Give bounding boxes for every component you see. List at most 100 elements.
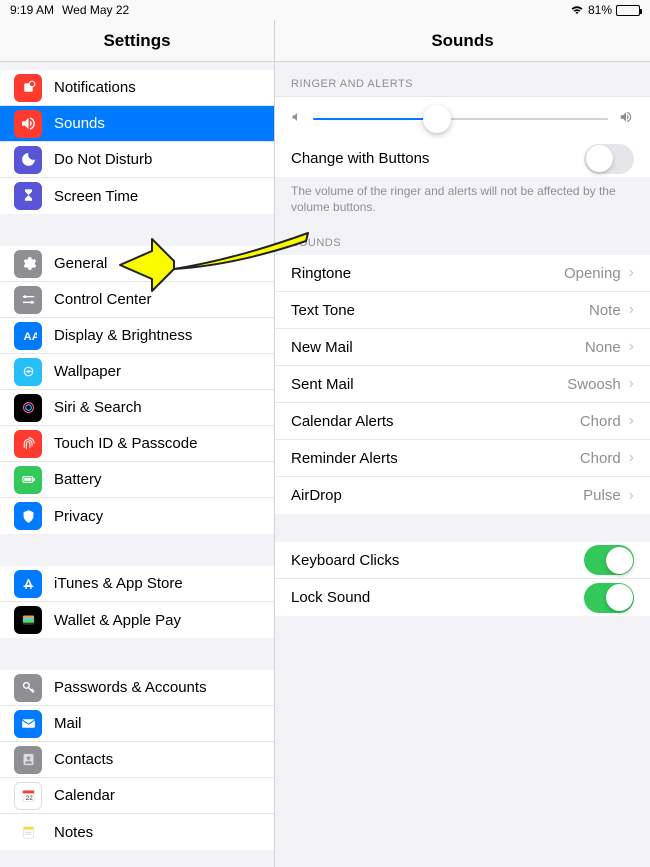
sound-value: Opening [564,265,621,282]
sidebar-item-notes[interactable]: Notes [0,814,274,850]
notifications-icon [14,74,42,102]
screen-time-icon [14,182,42,210]
sidebar-item-label: Control Center [54,291,260,308]
sidebar-item-label: Mail [54,715,260,732]
chevron-right-icon: › [629,412,634,430]
status-time: 9:19 AM [10,3,54,17]
sidebar-item-general[interactable]: General [0,246,274,282]
sidebar-item-calendar[interactable]: 22 Calendar [0,778,274,814]
lock-sound-toggle[interactable] [584,583,634,613]
sidebar-item-label: Privacy [54,508,260,525]
status-bar: 9:19 AM Wed May 22 81% [0,0,650,20]
wallpaper-icon [14,358,42,386]
toggle-label: Keyboard Clicks [291,552,584,569]
sound-row-new-mail[interactable]: New MailNone› [275,329,650,366]
notes-icon [14,818,42,846]
sidebar-item-wallet-apple-pay[interactable]: Wallet & Apple Pay [0,602,274,638]
status-date: Wed May 22 [62,3,129,17]
sound-value: Chord [580,413,621,430]
sidebar-item-do-not-disturb[interactable]: Do Not Disturb [0,142,274,178]
change-with-buttons-row: Change with Buttons [275,140,650,177]
sound-value: Pulse [583,487,621,504]
wifi-icon [570,5,584,15]
sound-value: Note [589,302,621,319]
calendar-icon: 22 [14,782,42,810]
control-center-icon [14,286,42,314]
sidebar-item-passwords-accounts[interactable]: Passwords & Accounts [0,670,274,706]
sound-label: Calendar Alerts [291,413,580,430]
sidebar-item-label: Notes [54,824,260,841]
sidebar-item-control-center[interactable]: Control Center [0,282,274,318]
volume-slider[interactable] [313,118,608,120]
sidebar-item-wallpaper[interactable]: Wallpaper [0,354,274,390]
sidebar-item-label: General [54,255,260,272]
sound-label: Ringtone [291,265,564,282]
chevron-right-icon: › [629,301,634,319]
svg-text:22: 22 [25,795,33,802]
sidebar-item-label: Notifications [54,79,260,96]
sidebar-item-screen-time[interactable]: Screen Time [0,178,274,214]
wallet-apple-pay-icon [14,606,42,634]
sidebar-item-display-brightness[interactable]: AA Display & Brightness [0,318,274,354]
sound-row-airdrop[interactable]: AirDropPulse › [275,477,650,514]
general-icon [14,250,42,278]
change-buttons-label: Change with Buttons [291,150,584,167]
sound-row-ringtone[interactable]: RingtoneOpening › [275,255,650,292]
section-footer-ringer: The volume of the ringer and alerts will… [275,177,650,221]
sound-value: Chord [580,450,621,467]
do-not-disturb-icon [14,146,42,174]
sound-row-reminder-alerts[interactable]: Reminder AlertsChord › [275,440,650,477]
chevron-right-icon: › [629,338,634,356]
sound-label: Sent Mail [291,376,567,393]
change-buttons-toggle[interactable] [584,144,634,174]
volume-high-icon [618,110,634,127]
sound-value: Swoosh [567,376,620,393]
sidebar-item-itunes-app-store[interactable]: iTunes & App Store [0,566,274,602]
sound-label: Reminder Alerts [291,450,580,467]
siri-search-icon [14,394,42,422]
volume-slider-row [275,96,650,140]
sidebar-item-touch-id-passcode[interactable]: Touch ID & Passcode [0,426,274,462]
privacy-icon [14,502,42,530]
section-header-ringer: RINGER AND ALERTS [275,62,650,96]
chevron-right-icon: › [629,487,634,505]
sidebar-item-label: Passwords & Accounts [54,679,260,696]
sidebar-item-battery[interactable]: Battery [0,462,274,498]
battery-percent: 81% [588,3,612,17]
sound-label: Text Tone [291,302,589,319]
sidebar-item-label: Battery [54,471,260,488]
sidebar-item-notifications[interactable]: Notifications [0,70,274,106]
sounds-icon [14,110,42,138]
sidebar-item-label: Calendar [54,787,260,804]
display-brightness-icon: AA [14,322,42,350]
sidebar-item-privacy[interactable]: Privacy [0,498,274,534]
sidebar-item-label: Do Not Disturb [54,151,260,168]
sidebar-item-label: Contacts [54,751,260,768]
keyboard-clicks-toggle[interactable] [584,545,634,575]
battery-icon [616,5,640,16]
sidebar-item-label: Wallpaper [54,363,260,380]
sidebar-title: Settings [0,20,274,62]
toggle-row-lock-sound: Lock Sound [275,579,650,616]
sidebar-item-sounds[interactable]: Sounds [0,106,274,142]
sidebar-item-contacts[interactable]: Contacts [0,742,274,778]
section-header-sounds: SOUNDS [275,221,650,255]
sound-row-calendar-alerts[interactable]: Calendar AlertsChord › [275,403,650,440]
sound-row-sent-mail[interactable]: Sent MailSwoosh› [275,366,650,403]
battery-icon [14,466,42,494]
sound-row-text-tone[interactable]: Text ToneNote › [275,292,650,329]
sidebar-item-label: Siri & Search [54,399,260,416]
sidebar-item-label: Display & Brightness [54,327,260,344]
sound-label: New Mail [291,339,585,356]
sidebar-item-mail[interactable]: Mail [0,706,274,742]
slider-knob[interactable] [423,105,451,133]
toggle-row-keyboard-clicks: Keyboard Clicks [275,542,650,579]
sound-label: AirDrop [291,487,583,504]
chevron-right-icon: › [629,449,634,467]
content-title: Sounds [275,20,650,62]
toggle-label: Lock Sound [291,589,584,606]
chevron-right-icon: › [629,264,634,282]
itunes-app-store-icon [14,570,42,598]
sidebar-item-label: Sounds [54,115,260,132]
sidebar-item-siri-search[interactable]: Siri & Search [0,390,274,426]
